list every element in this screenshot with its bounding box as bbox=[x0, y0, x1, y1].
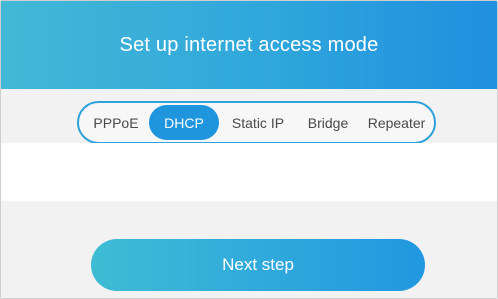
settings-area bbox=[1, 143, 497, 201]
next-step-button[interactable]: Next step bbox=[91, 239, 425, 291]
header-bar: Set up internet access mode bbox=[1, 1, 497, 89]
page-title: Set up internet access mode bbox=[119, 33, 379, 56]
mode-option-pppoe[interactable]: PPPoE bbox=[83, 105, 149, 140]
mode-option-bridge[interactable]: Bridge bbox=[297, 105, 359, 140]
mode-option-dhcp[interactable]: DHCP bbox=[149, 105, 219, 140]
mode-option-repeater[interactable]: Repeater bbox=[359, 105, 434, 140]
mode-option-static-ip[interactable]: Static IP bbox=[219, 105, 297, 140]
access-mode-selector: PPPoE DHCP Static IP Bridge Repeater bbox=[77, 101, 436, 144]
setup-panel: Set up internet access mode PPPoE DHCP S… bbox=[0, 0, 498, 299]
